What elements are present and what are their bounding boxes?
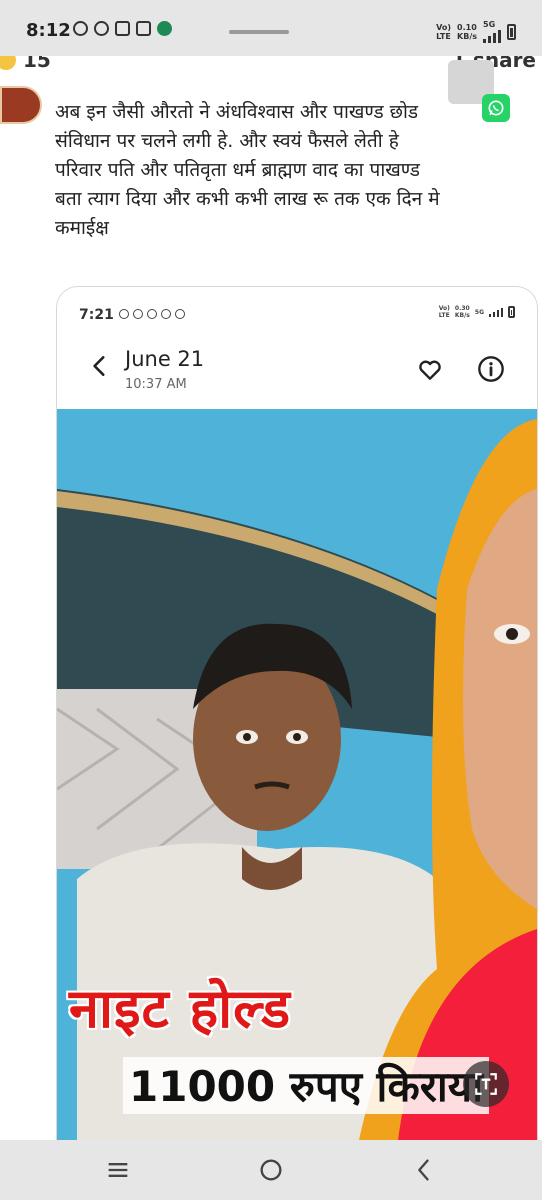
embedded-status-bar: 7:21 Vo) LTE 0.30 KB/s 5G: [57, 287, 537, 333]
info-icon[interactable]: [477, 355, 505, 383]
night-hold-caption: नाइट होल्ड: [69, 977, 292, 1040]
status-time: 8:12: [26, 20, 71, 41]
author-avatar[interactable]: [0, 86, 42, 124]
text-recognition-icon: [475, 1073, 497, 1095]
speed-value: 0.10: [457, 22, 477, 32]
embedded-volte: Vo): [438, 305, 450, 312]
text-recognition-button[interactable]: [463, 1061, 509, 1107]
embedded-status-right: Vo) LTE 0.30 KB/s 5G: [439, 305, 515, 319]
post-sheet: 15 1 share अब इन जैसी औरतो ने अंधविश्वास…: [0, 56, 542, 1140]
back-icon[interactable]: [410, 1156, 438, 1184]
link-status-icon: [94, 21, 109, 36]
recent-apps-icon[interactable]: [104, 1156, 132, 1184]
network-type: 5G: [483, 20, 496, 29]
post-text-line: अब इन जैसी औरतो ने अंधविश्वास और पाखण्ड …: [55, 101, 419, 123]
home-icon[interactable]: [257, 1156, 285, 1184]
embedded-screenshot[interactable]: 7:21 Vo) LTE 0.30 KB/s 5G June 21 10:37 AM: [56, 286, 538, 1140]
notification-icons: [73, 21, 172, 36]
volte-label: Vo): [436, 22, 452, 32]
embedded-battery-icon: [508, 306, 515, 318]
back-arrow-icon[interactable]: [87, 353, 113, 379]
signal-icon: [483, 29, 501, 43]
status-right: Vo) LTE 0.10 KB/s 5G: [436, 20, 516, 43]
embedded-header: June 21 10:37 AM: [57, 333, 537, 405]
reaction-emoji-icon: [0, 56, 18, 72]
mail-status-icon: [115, 21, 130, 36]
post-text-line: बता त्याग दिया और कभी कभी लाख रू तक एक द…: [55, 188, 440, 210]
photo-date: June 21: [125, 347, 205, 371]
post-text-line: संविधान पर चलने लगी हे. और स्वयं फैसले ल…: [55, 130, 399, 152]
battery-icon: [507, 23, 516, 40]
embedded-network-type: 5G: [474, 308, 484, 316]
screen-status-icon: [136, 21, 151, 36]
heart-icon[interactable]: [417, 357, 443, 383]
lte-label: LTE: [436, 31, 451, 41]
embedded-status-time: 7:21: [79, 307, 114, 323]
whatsapp-status-icon: [73, 21, 88, 36]
photo[interactable]: नाइट होल्ड 11000 रुपए किराया: [57, 409, 537, 1140]
app-status-icon: [157, 21, 172, 36]
embedded-speed: 0.30: [454, 305, 470, 312]
post-text-line: कमाईक्ष: [55, 217, 109, 239]
embedded-signal-icon: [489, 307, 503, 317]
speed-unit: KB/s: [457, 31, 477, 41]
photo-time: 10:37 AM: [125, 377, 187, 392]
reaction-summary[interactable]: 15: [0, 56, 51, 72]
post-text-line: परिवार पति और पतिवृता धर्म ब्राह्मण वाद …: [55, 159, 420, 181]
post-text: अब इन जैसी औरतो ने अंधविश्वास और पाखण्ड …: [55, 98, 530, 243]
sheet-grip-handle[interactable]: [229, 30, 289, 34]
price-caption: 11000 रुपए किराया: [123, 1057, 489, 1114]
embedded-speed-unit: KB/s: [454, 312, 470, 319]
reaction-count: 15: [23, 56, 51, 72]
navigation-bar: [0, 1140, 542, 1200]
embedded-notification-icons: [119, 309, 185, 319]
embedded-lte: LTE: [438, 312, 450, 319]
status-bar: 8:12 Vo) LTE 0.10 KB/s 5G: [0, 0, 542, 56]
